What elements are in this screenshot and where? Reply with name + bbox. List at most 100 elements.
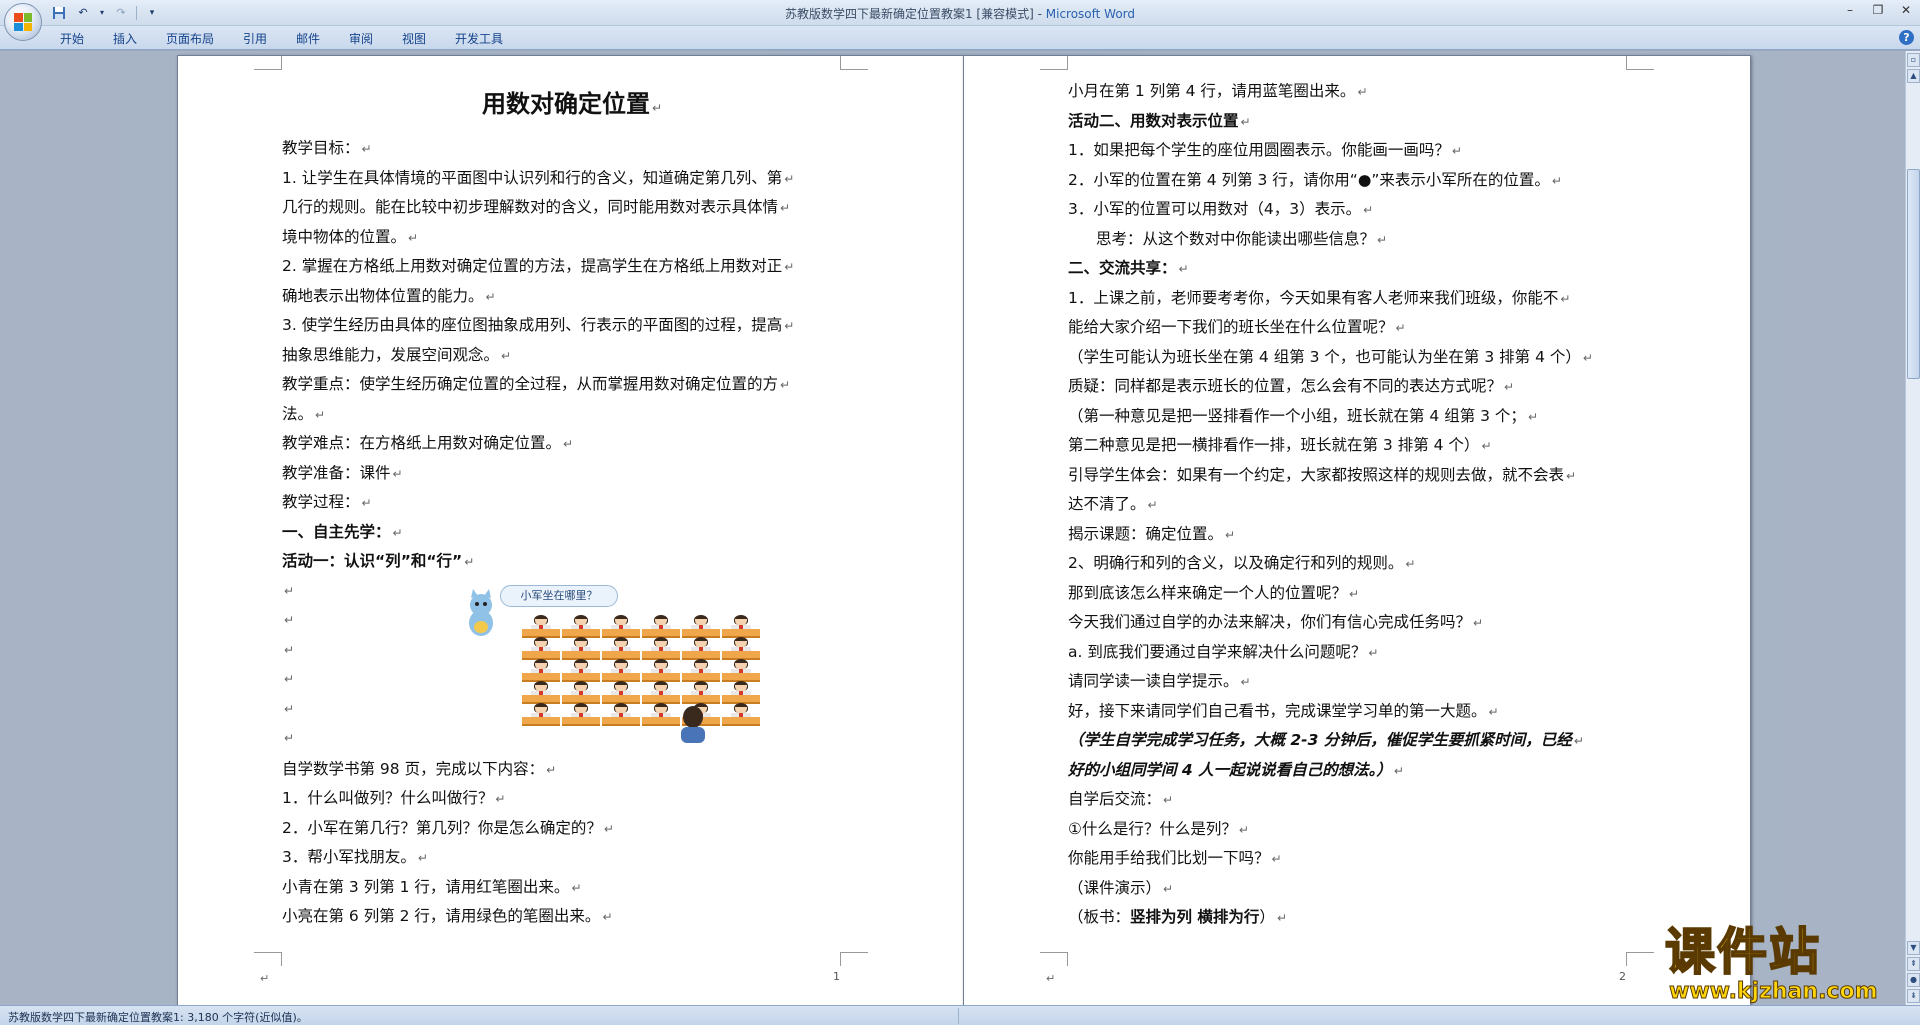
paragraph-mark: ↵ bbox=[1238, 822, 1249, 837]
page-2-body: 小月在第 1 列第 4 行，请用蓝笔圈出来。 ↵ 活动二、用数对表示位置 ↵ 1．如果把… bbox=[1068, 77, 1668, 933]
paragraph-text: 引导学生体会：如果有一个约定，大家都按照这样的规则去做，就不会表 bbox=[1068, 465, 1565, 484]
paragraph-text: 小月在第 1 列第 4 行，请用蓝笔圈出来。 bbox=[1068, 82, 1356, 100]
tab-mailings[interactable]: 邮件 bbox=[296, 30, 320, 47]
paragraph: 第二种意见是把一横排看作一排，班长就在第 3 排第 4 个） ↵ bbox=[1068, 431, 1668, 461]
desk-grid bbox=[522, 614, 822, 745]
paragraph: 1．如果把每个学生的座位用圆圈表示。你能画一画吗？ ↵ bbox=[1068, 136, 1668, 166]
paragraph-mark: ↵ bbox=[1395, 321, 1406, 335]
paragraph: （学生可能认为班长坐在第 4 组第 3 个，也可能认为坐在第 3 排第 4 个）… bbox=[1068, 343, 1668, 373]
tab-insert[interactable]: 插入 bbox=[113, 30, 137, 47]
window-controls: – ❐ ✕ bbox=[1836, 0, 1920, 20]
paragraph-text: 1．如果把每个学生的座位用圆圈表示。你能画一画吗？ bbox=[1068, 141, 1450, 159]
student-desk bbox=[522, 680, 560, 704]
paragraph-text: 几行的规则。能在比较中初步理解数对的含义，同时能用数对表示具体情 bbox=[282, 198, 779, 216]
paragraph-text: 法。 bbox=[282, 404, 314, 423]
student-desk bbox=[682, 658, 720, 682]
minimize-icon[interactable]: – bbox=[1836, 0, 1864, 20]
student-desk bbox=[522, 658, 560, 682]
paragraph-text: （学生自学完成学习任务，大概 2-3 分钟后，催促学生要抓紧时间，已经 bbox=[1068, 731, 1572, 749]
paragraph-text: 教学过程： bbox=[282, 493, 360, 511]
paragraph-mark: ↵ bbox=[1393, 763, 1404, 778]
tab-page-layout[interactable]: 页面布局 bbox=[166, 30, 214, 47]
tab-view[interactable]: 视图 bbox=[402, 30, 426, 47]
crop-mark bbox=[1626, 952, 1654, 966]
paragraph: 教学目标： ↵ bbox=[282, 134, 862, 164]
paragraph-mark: ↵ bbox=[780, 378, 791, 392]
paragraph: 能给大家介绍一下我们的班长坐在什么位置呢？ ↵ bbox=[1068, 313, 1668, 343]
paragraph-mark: ↵ bbox=[1163, 793, 1174, 807]
paragraph-mark: ↵ bbox=[1573, 734, 1584, 748]
tab-review[interactable]: 审阅 bbox=[349, 30, 373, 47]
scrollbar-thumb[interactable] bbox=[1907, 169, 1920, 379]
paragraph-text: 确地表示出物体位置的能力。 bbox=[282, 286, 484, 305]
title-bar: ↶ ▾ ↷ ▾ 苏教版数学四下最新确定位置教案1 [兼容模式] - Micros… bbox=[0, 0, 1920, 26]
next-page-icon[interactable]: ⇟ bbox=[1907, 989, 1920, 1003]
paragraph-mark: ↵ bbox=[1349, 586, 1360, 601]
paragraph-text: 揭示课题：确定位置。 bbox=[1068, 524, 1224, 543]
paragraph-text: 教学难点：在方格纸上用数对确定位置。 bbox=[282, 434, 562, 452]
paragraph-mark: ↵ bbox=[1504, 380, 1515, 394]
paragraph-mark: ↵ bbox=[1240, 114, 1251, 129]
paragraph-text: 2．小军在第几行？第几列？你是怎么确定的？ bbox=[282, 818, 602, 837]
paragraph-text: 2、明确行和列的含义，以及确定行和列的规则。 bbox=[1068, 554, 1404, 572]
page-2: 小月在第 1 列第 4 行，请用蓝笔圈出来。 ↵ 活动二、用数对表示位置 ↵ 1．如果把… bbox=[963, 55, 1751, 1005]
crop-mark bbox=[1626, 56, 1654, 70]
tab-home[interactable]: 开始 bbox=[60, 30, 84, 47]
empty-paragraph-marks: ↵ ↵ ↵ ↵ ↵ ↵ bbox=[284, 583, 295, 746]
student-desk bbox=[602, 702, 640, 726]
paragraph-text: 质疑：同样都是表示班长的位置，怎么会有不同的表达方式呢？ bbox=[1068, 377, 1503, 395]
paragraph: 确地表示出物体位置的能力。 ↵ bbox=[282, 282, 862, 312]
office-button[interactable] bbox=[4, 3, 42, 41]
help-icon[interactable]: ? bbox=[1899, 30, 1914, 45]
select-browse-object-icon[interactable]: ● bbox=[1907, 973, 1920, 987]
tab-developer[interactable]: 开发工具 bbox=[455, 30, 503, 47]
ribbon-tabs: 开始 插入 页面布局 引用 邮件 审阅 视图 开发工具 ? bbox=[0, 26, 1920, 50]
student-desk bbox=[642, 614, 680, 638]
office-logo-icon bbox=[14, 13, 32, 31]
scroll-up-icon[interactable]: ▲ bbox=[1907, 69, 1920, 83]
paragraph: （板书：竖排为列 横排为行） ↵ bbox=[1068, 908, 1287, 926]
paragraph-mark: ↵ bbox=[361, 496, 372, 510]
paragraph-mark: ↵ bbox=[784, 171, 795, 186]
paragraph: 一、自主先学： ↵ bbox=[282, 518, 862, 548]
status-bar: 苏教版数学四下最新确定位置教案1: 3,180 个字符(近似值)。 bbox=[0, 1005, 1920, 1025]
paragraph: a. 到底我们要通过自学来解决什么问题呢？ ↵ bbox=[1068, 638, 1668, 668]
paragraph-text: （课件演示） bbox=[1068, 878, 1162, 897]
student-desk bbox=[642, 702, 680, 726]
paragraph-mark: ↵ bbox=[1527, 409, 1538, 424]
paragraph-mark: ↵ bbox=[571, 880, 582, 895]
paragraph-text: 好的小组同学间 4 人一起说说看自己的想法。） bbox=[1068, 760, 1392, 779]
student-desk bbox=[722, 614, 760, 638]
paragraph-text: （第一种意见是把一竖排看作一个小组，班长就在第 4 组第 3 个； bbox=[1068, 406, 1526, 425]
page-number: 1 bbox=[833, 970, 840, 983]
paragraph-mark: ↵ bbox=[417, 851, 428, 865]
paragraph-text: 自学数学书第 98 页，完成以下内容： bbox=[282, 759, 545, 778]
paragraph-mark: ↵ bbox=[1271, 852, 1282, 866]
paragraph: 今天我们通过自学的办法来解决，你们有信心完成任务吗？ ↵ bbox=[1068, 608, 1668, 638]
paragraph-mark: ↵ bbox=[1368, 645, 1379, 660]
scroll-down-icon[interactable]: ▼ bbox=[1907, 941, 1920, 955]
paragraph-mark: ↵ bbox=[1582, 350, 1593, 365]
classroom-seating-illustration: 小军坐在哪里？ bbox=[382, 577, 782, 743]
paragraph: ①什么是行？什么是列？ ↵ bbox=[1068, 815, 1668, 845]
paragraph: 1．什么叫做列？什么叫做行？ ↵ bbox=[282, 784, 862, 814]
student-desk bbox=[522, 614, 560, 638]
paragraph-mark: ↵ bbox=[1147, 498, 1158, 512]
student-desk bbox=[682, 680, 720, 704]
tab-references[interactable]: 引用 bbox=[243, 30, 267, 47]
paragraph: 3. 使学生经历由具体的座位图抽象成用列、行表示的平面图的过程，提高 ↵ bbox=[282, 311, 862, 341]
paragraph-text: 请同学读一读自学提示。 bbox=[1068, 672, 1239, 690]
paragraph-text: 思考：从这个数对中你能读出哪些信息？ bbox=[1096, 229, 1376, 248]
crop-mark bbox=[254, 56, 282, 70]
paragraph: 请同学读一读自学提示。 ↵ bbox=[1068, 667, 1668, 697]
paragraph-mark: ↵ bbox=[315, 407, 326, 422]
paragraph: 小月在第 1 列第 4 行，请用蓝笔圈出来。 ↵ bbox=[1068, 77, 1668, 107]
vertical-scrollbar[interactable]: ▫ ▲ ▼ ⇞ ● ⇟ bbox=[1905, 51, 1920, 1005]
ruler-toggle-icon[interactable]: ▫ bbox=[1907, 53, 1920, 67]
paragraph-text: a. 到底我们要通过自学来解决什么问题呢？ bbox=[1068, 642, 1367, 661]
student-desk bbox=[642, 680, 680, 704]
restore-icon[interactable]: ❐ bbox=[1864, 0, 1892, 20]
student-desk bbox=[642, 658, 680, 682]
previous-page-icon[interactable]: ⇞ bbox=[1907, 957, 1920, 971]
close-icon[interactable]: ✕ bbox=[1892, 0, 1920, 20]
